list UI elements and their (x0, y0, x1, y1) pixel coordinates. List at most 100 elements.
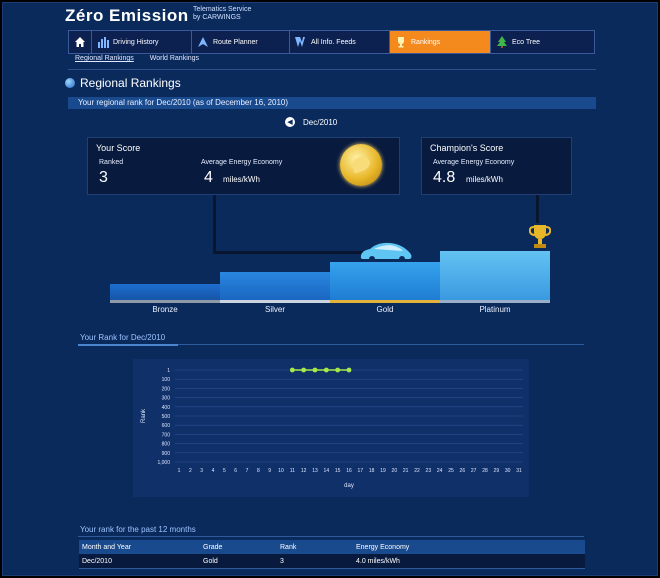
x-tick-label: 9 (268, 468, 271, 474)
x-tick-label: 21 (403, 468, 409, 474)
month-label: Dec/2010 (303, 117, 338, 127)
y-tick-label: 800 (162, 442, 171, 448)
nav-label: Driving History (113, 38, 159, 46)
trophy-icon (394, 36, 407, 49)
x-tick-label: 13 (312, 468, 318, 474)
podium-gold (330, 262, 440, 303)
nav-label: Eco Tree (512, 38, 541, 46)
x-tick-label: 24 (437, 468, 443, 474)
y-tick-label: 700 (162, 432, 171, 438)
champion-energy-label: Average Energy Economy (433, 159, 515, 166)
past-months-table: Month and Year Grade Rank Energy Economy… (79, 540, 585, 569)
x-tick-label: 29 (494, 468, 500, 474)
cell-month-year: Dec/2010 (79, 554, 200, 569)
x-tick-label: 28 (482, 468, 488, 474)
home-icon (73, 36, 86, 49)
nav-all-info-feeds[interactable]: All Info. Feeds (290, 31, 390, 53)
nav-label: Route Planner (213, 38, 258, 46)
x-tick-label: 14 (324, 468, 330, 474)
x-tick-label: 2 (189, 468, 192, 474)
ranked-value: 3 (99, 169, 108, 186)
x-tick-label: 30 (505, 468, 511, 474)
x-tick-label: 8 (257, 468, 260, 474)
energy-unit: miles/kWh (223, 175, 260, 184)
data-point (346, 367, 352, 373)
page-title: Regional Rankings (65, 76, 181, 90)
podium-label-silver: Silver (264, 305, 285, 314)
podium-label-gold: Gold (376, 305, 394, 314)
x-tick-label: 10 (278, 468, 284, 474)
energy-value: 4 (204, 169, 213, 186)
data-point (335, 367, 341, 373)
tagline-line1: Telematics Service (193, 6, 252, 13)
y-tick-label: 100 (162, 377, 171, 383)
rank-period-bar: Your regional rank for Dec/2010 (as of D… (68, 97, 596, 109)
x-tick-label: 15 (335, 468, 341, 474)
x-tick-label: 6 (234, 468, 237, 474)
y-tick-label: 600 (162, 423, 171, 429)
bar-chart-icon (96, 36, 109, 49)
rank-chart-title: Your Rank for Dec/2010 (80, 333, 166, 342)
x-tick-label: 20 (392, 468, 398, 474)
x-tick-label: 16 (346, 468, 352, 474)
x-tick-label: 7 (246, 468, 249, 474)
x-tick-label: 22 (414, 468, 420, 474)
tree-icon (495, 36, 508, 49)
month-selector: ◀ Dec/2010 (285, 117, 337, 127)
data-point (301, 367, 307, 373)
x-tick-label: 4 (212, 468, 215, 474)
x-tick-label: 31 (516, 468, 522, 474)
gold-medal-icon (340, 144, 382, 186)
y-tick-label: 200 (162, 386, 171, 392)
col-month-year: Month and Year (79, 540, 200, 554)
cell-rank: 3 (277, 554, 353, 569)
arrow-icon (196, 36, 209, 49)
champion-energy-value: 4.8 (433, 169, 456, 186)
podium-platinum (440, 251, 550, 303)
y-tick-label: 1,000 (157, 460, 170, 466)
col-rank: Rank (277, 540, 353, 554)
data-point (289, 367, 295, 373)
connector-line (213, 251, 363, 254)
nav-driving-history[interactable]: Driving History (92, 31, 192, 53)
subnav-world-rankings[interactable]: World Rankings (150, 55, 199, 69)
data-point (312, 367, 318, 373)
champion-trophy-icon (529, 225, 551, 248)
tagline: Telematics Service by CARWINGS (193, 6, 251, 22)
table-header-row: Month and Year Grade Rank Energy Economy (79, 540, 585, 554)
connector-line (213, 195, 216, 253)
champion-score-card: Champion's Score Average Energy Economy … (421, 137, 572, 195)
y-tick-label: 400 (162, 405, 171, 411)
y-tick-label: 300 (162, 396, 171, 402)
y-tick-label: 900 (162, 451, 171, 457)
podium-label-platinum: Platinum (479, 305, 511, 314)
tagline-line2: by CARWINGS (193, 14, 241, 21)
subnav-regional-rankings[interactable]: Regional Rankings (75, 55, 134, 69)
podium-label-bronze: Bronze (152, 305, 178, 314)
x-axis-label: day (344, 483, 354, 489)
your-score-title: Your Score (96, 143, 141, 153)
x-tick-label: 26 (460, 468, 466, 474)
nav-home[interactable] (69, 31, 92, 53)
connector-line (536, 195, 539, 223)
nav-eco-tree[interactable]: Eco Tree (491, 31, 594, 53)
nav-route-planner[interactable]: Route Planner (192, 31, 290, 53)
cell-energy-economy: 4.0 miles/kWh (353, 554, 585, 569)
x-tick-label: 1 (178, 468, 181, 474)
x-tick-label: 27 (471, 468, 477, 474)
y-tick-label: 500 (162, 414, 171, 420)
champion-title: Champion's Score (430, 143, 504, 153)
nav-rankings[interactable]: Rankings (390, 31, 491, 53)
x-tick-label: 17 (358, 468, 364, 474)
divider (68, 69, 596, 70)
ranked-label: Ranked (99, 159, 124, 166)
past-months-title: Your rank for the past 12 months (80, 525, 196, 534)
header: Zéro Emission Telematics Service by CARW… (3, 3, 659, 29)
col-energy-economy: Energy Economy (353, 540, 585, 554)
x-tick-label: 23 (426, 468, 432, 474)
previous-month-icon[interactable]: ◀ (285, 117, 295, 127)
bullet-icon (65, 78, 75, 88)
x-tick-label: 18 (369, 468, 375, 474)
cell-grade: Gold (200, 554, 277, 569)
main-nav: Driving History Route Planner All Info. … (68, 30, 595, 54)
